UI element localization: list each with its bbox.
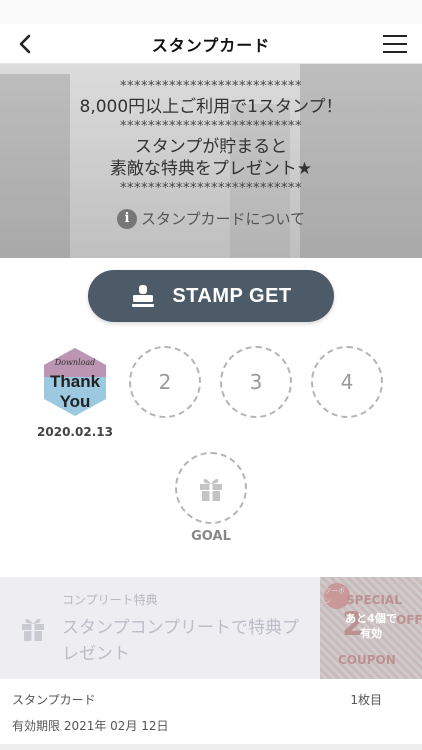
stamp-condition-text: 8,000円以上ご利用で1スタンプ！ [79, 97, 343, 117]
decorative-stars: ************************** [120, 181, 302, 196]
complete-reward-label: コンプリート特典 [62, 593, 158, 607]
hamburger-menu-icon[interactable] [382, 32, 408, 56]
status-strip [0, 0, 422, 24]
stamp-you-text: You [60, 392, 91, 411]
goal-label: GOAL [191, 529, 231, 544]
expiry-date: 有効期限 2021年 02月 12日 [12, 719, 169, 733]
decorative-stars: ************************** [120, 79, 302, 94]
stamp-download-text: Download [54, 358, 96, 367]
stamp-get-label: STAMP GET [172, 284, 292, 307]
gift-icon [200, 478, 222, 501]
card-info-footer: スタンプカード 1枚目 有効期限 2021年 02月 12日 [0, 679, 422, 750]
stamp-slot-2: 2 [129, 346, 201, 418]
goal-slot [175, 452, 247, 524]
about-stamp-card-link[interactable]: i スタンプカードについて [0, 208, 422, 229]
stamp-thank-text: Thank [50, 372, 101, 391]
decorative-stars: ************************** [120, 119, 302, 134]
slot-number: 4 [340, 370, 354, 394]
stamp-icon [132, 285, 155, 307]
card-count: 1枚目 [350, 693, 382, 707]
reward-text-line1: スタンプが貯まると [134, 137, 288, 157]
slot-number: 2 [158, 370, 172, 394]
page-title: スタンプカード [151, 35, 271, 55]
stamp-date: 2020.02.13 [37, 425, 113, 439]
about-stamp-card-label: スタンプカードについて [140, 210, 306, 228]
coupon-thumbnail: クーポン SPECIAL 2 OFF COUPON あと4個で 有効 [320, 577, 422, 679]
thank-you-stamp: Download Thank You [44, 348, 106, 416]
footer-divider [0, 744, 422, 750]
card-label: スタンプカード [12, 693, 96, 707]
app-header: スタンプカード [0, 24, 422, 64]
slot-number: 3 [249, 370, 263, 394]
remaining-stamps-text: あと4個で 有効 [320, 611, 422, 641]
complete-reward-description: スタンプコンプリートで特典プレゼント [62, 618, 299, 664]
hero-banner: ************************** 8,000円以上ご利用で1… [0, 64, 422, 258]
stamp-get-button[interactable]: STAMP GET [88, 270, 334, 322]
stamp-slot-3: 3 [220, 346, 292, 418]
stamp-slot-4: 4 [311, 346, 383, 418]
remaining-line2: 有効 [360, 627, 382, 640]
complete-reward-section[interactable]: コンプリート特典 スタンプコンプリートで特典プレゼント クーポン SPECIAL… [0, 577, 422, 679]
remaining-line1: あと4個で [345, 612, 397, 625]
gift-icon [22, 618, 44, 641]
info-icon: i [116, 208, 137, 229]
reward-text-line2: 素敵な特典をプレゼント★ [109, 159, 313, 179]
back-arrow-icon[interactable] [14, 32, 38, 56]
